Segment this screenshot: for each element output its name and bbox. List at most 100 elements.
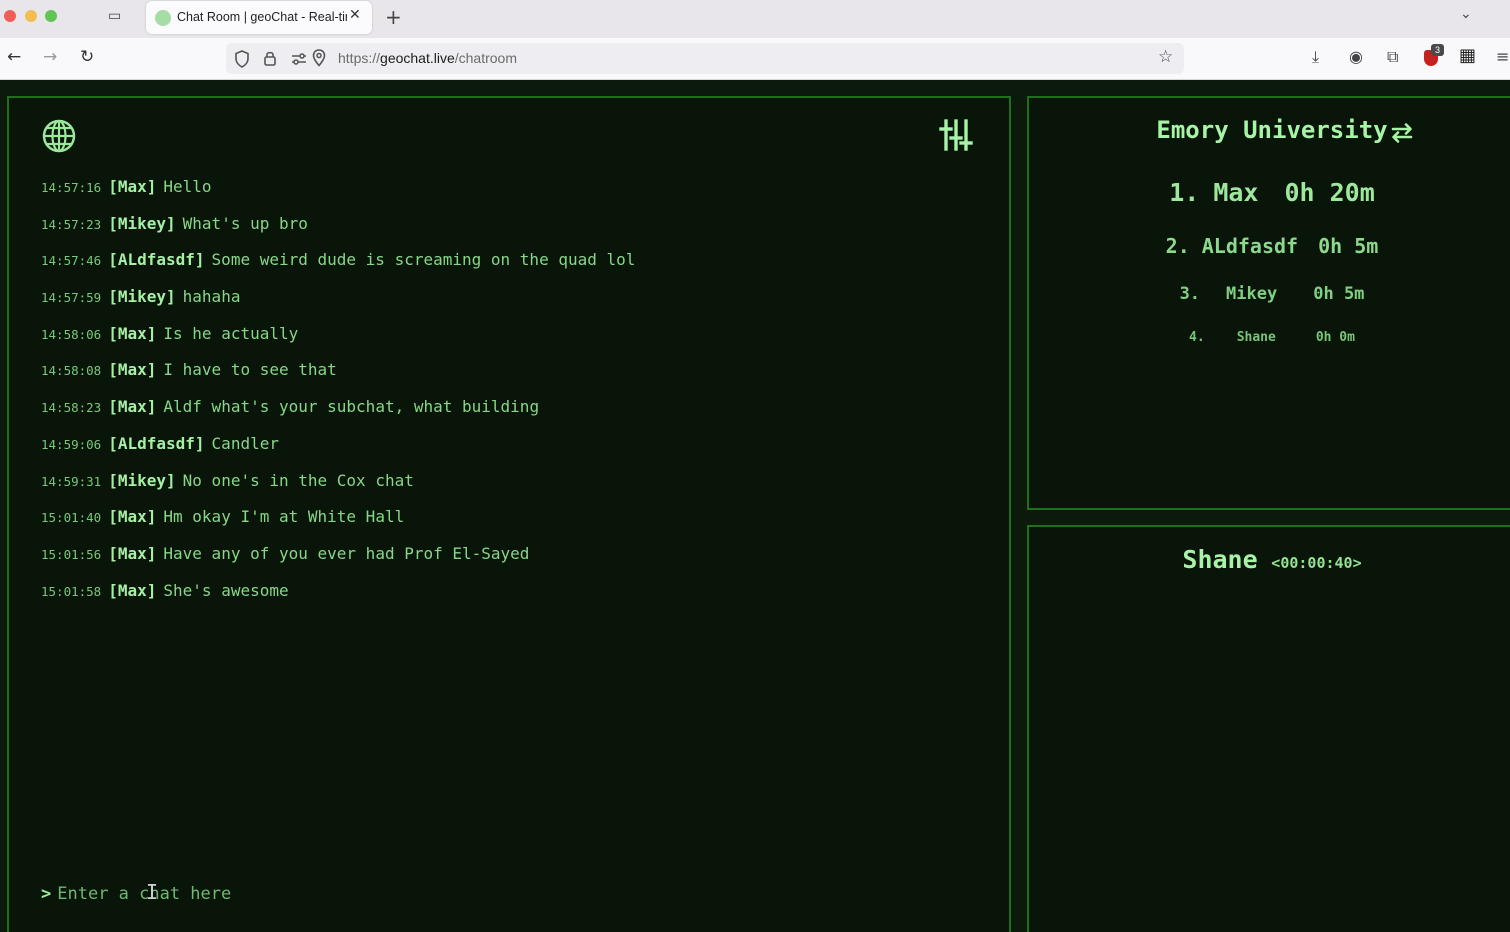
message-username: [Max] — [108, 360, 157, 380]
forward-icon[interactable]: → — [43, 47, 57, 67]
url-text[interactable]: https://geochat.live/chatroom — [338, 50, 517, 66]
tab-list-icon[interactable]: ⌄ — [1460, 6, 1472, 22]
leaderboard-entry: 3. Mikey 0h 5m — [1029, 284, 1510, 304]
window-minimize-button[interactable] — [25, 10, 37, 22]
current-user-header: Shane <00:00:40> — [1029, 545, 1510, 574]
leaderboard-time: 0h 0m — [1315, 330, 1355, 345]
chat-message: 14:57:46 [ALdfasdf] Some weird dude is scr… — [41, 249, 971, 286]
back-icon[interactable]: ← — [7, 47, 21, 67]
message-username: [Mikey] — [108, 470, 176, 490]
message-text: hahaha — [182, 287, 241, 307]
message-text: Hello — [163, 177, 212, 196]
apps-grid-icon[interactable]: ▦ — [1459, 45, 1476, 66]
message-text: Hm okay I'm at White Hall — [163, 507, 405, 527]
message-username: [ALdfasdf] — [108, 250, 205, 270]
chat-message: 14:58:08 [Max] I have to see that — [41, 359, 971, 396]
chat-panel: 14:57:16 [Max] Hello 14:57:23 [Mikey] What's … — [7, 96, 1011, 932]
account-icon[interactable]: ◉ — [1349, 47, 1363, 66]
message-text: Have any of you ever had Prof El-Sayed — [163, 543, 530, 563]
reload-icon[interactable]: ↻ — [80, 47, 94, 67]
message-username: [ALdfasdf] — [108, 433, 205, 453]
current-user-name: Shane — [1182, 545, 1258, 574]
extensions-icon[interactable]: ⧉ — [1387, 47, 1398, 67]
settings-sliders-icon[interactable] — [939, 118, 973, 152]
chat-message: 14:57:16 [Max] Hello — [41, 176, 971, 213]
message-username: [Max] — [108, 177, 157, 196]
chat-message: 15:01:58 [Max] She's awesome — [41, 580, 971, 617]
prompt-caret-icon: > — [41, 884, 52, 904]
close-tab-icon[interactable]: ✕ — [349, 7, 361, 23]
chat-message: 14:58:06 [Max] Is he actually — [41, 323, 971, 360]
permissions-icon[interactable] — [291, 52, 307, 66]
message-username: [Mikey] — [108, 213, 176, 233]
url-bar[interactable]: https://geochat.live/chatroom ☆ — [226, 43, 1184, 74]
message-text: Is he actually — [163, 323, 299, 343]
url-path: /chatroom — [454, 50, 517, 66]
browser-tab-bar: ▭ Chat Room | geoChat - Real-tim ✕ + ⌄ — [0, 0, 1510, 38]
window-close-button[interactable] — [4, 10, 16, 22]
chat-message: 14:58:23 [Max] Aldf what's your subchat, w… — [41, 396, 971, 433]
download-icon[interactable]: ⤓ — [1312, 47, 1319, 67]
message-timestamp: 14:57:59 — [41, 290, 102, 306]
leaderboard-time: 0h 5m — [1313, 284, 1365, 304]
url-scheme: https:// — [338, 50, 381, 66]
leaderboard-header: Emory University — [1029, 116, 1510, 144]
leaderboard-name: Shane — [1236, 330, 1276, 345]
current-user-panel: Shane <00:00:40> — [1027, 525, 1510, 932]
chat-message: 15:01:40 [Max] Hm okay I'm at White Hall — [41, 506, 971, 543]
message-username: [Max] — [108, 543, 157, 563]
message-text: She's awesome — [163, 580, 289, 600]
url-host: geochat.live — [380, 50, 455, 66]
message-timestamp: 14:58:06 — [41, 326, 102, 342]
chat-input-row: > — [41, 884, 658, 904]
chat-message: 14:57:23 [Mikey] What's up bro — [41, 213, 971, 250]
message-timestamp: 15:01:56 — [41, 546, 102, 562]
leaderboard-rank: 3. — [1179, 284, 1201, 304]
leaderboard-time: 0h 5m — [1318, 234, 1379, 258]
leaderboard-rank: 1. — [1169, 178, 1200, 207]
location-pin-icon[interactable] — [312, 49, 326, 67]
leaderboard-name: ALdfasdf — [1201, 234, 1299, 258]
lock-icon[interactable] — [263, 49, 277, 67]
message-username: [Max] — [108, 580, 157, 600]
chat-message: 14:59:31 [Mikey] No one's in the Cox chat — [41, 470, 971, 507]
leaderboard-entry: 4. Shane 0h 0m — [1029, 330, 1510, 345]
message-timestamp: 14:58:23 — [41, 400, 102, 416]
message-timestamp: 15:01:58 — [41, 583, 102, 599]
leaderboard-panel: Emory University 1. Max 0h 20m 2. ALdfasdf 0h… — [1027, 96, 1510, 510]
tab-title: Chat Room | geoChat - Real-tim — [177, 10, 347, 24]
geochat-app: 14:57:16 [Max] Hello 14:57:23 [Mikey] What's … — [0, 80, 1510, 932]
message-timestamp: 14:58:08 — [41, 363, 102, 379]
tracking-shield-icon[interactable] — [234, 50, 250, 68]
message-username: [Max] — [108, 507, 157, 527]
bookmark-star-icon[interactable]: ☆ — [1158, 47, 1173, 67]
swap-location-icon[interactable] — [1389, 120, 1415, 146]
leaderboard-rank: 2. — [1165, 234, 1190, 258]
window-zoom-button[interactable] — [45, 10, 57, 22]
message-timestamp: 14:59:06 — [41, 436, 102, 452]
new-tab-button[interactable]: + — [385, 5, 402, 29]
extension-badge: 3 — [1431, 44, 1444, 56]
leaderboard-entry: 2. ALdfasdf 0h 5m — [1029, 234, 1510, 258]
message-text: Aldf what's your subchat, what building — [163, 397, 540, 417]
location-title: Emory University — [1156, 116, 1388, 144]
message-timestamp: 14:59:31 — [41, 473, 102, 489]
message-username: [Mikey] — [108, 287, 176, 307]
leaderboard-entry: 1. Max 0h 20m — [1029, 178, 1510, 207]
leaderboard-rank: 4. — [1189, 330, 1205, 345]
leaderboard-name: Mikey — [1226, 284, 1278, 304]
leaderboard-time: 0h 20m — [1284, 178, 1375, 207]
message-text: Some weird dude is screaming on the quad… — [211, 250, 636, 270]
tab-overview-icon[interactable]: ▭ — [108, 8, 128, 26]
text-cursor-icon: I — [146, 880, 159, 904]
menu-icon[interactable]: ≡ — [1496, 47, 1509, 66]
message-text: What's up bro — [182, 213, 308, 233]
message-timestamp: 14:57:23 — [41, 216, 102, 232]
leaderboard-name: Max — [1213, 178, 1259, 207]
browser-nav-bar: ← → ↻ https://geochat.live/chatroom ☆ ⤓ … — [0, 38, 1510, 80]
chat-message: 14:59:06 [ALdfasdf] Candler — [41, 433, 971, 470]
favicon-icon — [155, 10, 171, 26]
globe-icon[interactable] — [41, 118, 77, 154]
browser-tab-active[interactable]: Chat Room | geoChat - Real-tim ✕ — [146, 1, 372, 34]
message-list: 14:57:16 [Max] Hello 14:57:23 [Mikey] What's … — [41, 176, 971, 616]
